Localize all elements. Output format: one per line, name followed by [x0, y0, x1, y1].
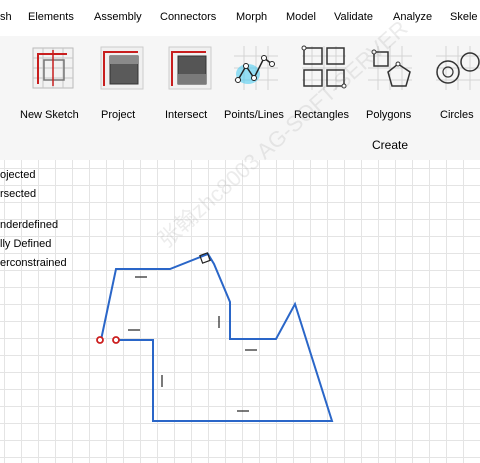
endpoint-markers [96, 336, 120, 344]
sketch-geometry [96, 252, 334, 422]
open-endpoint-marker[interactable] [96, 336, 104, 344]
sketch-profile[interactable] [100, 252, 334, 422]
open-endpoint-marker[interactable] [112, 336, 120, 344]
constraint-glyphs [128, 276, 257, 412]
